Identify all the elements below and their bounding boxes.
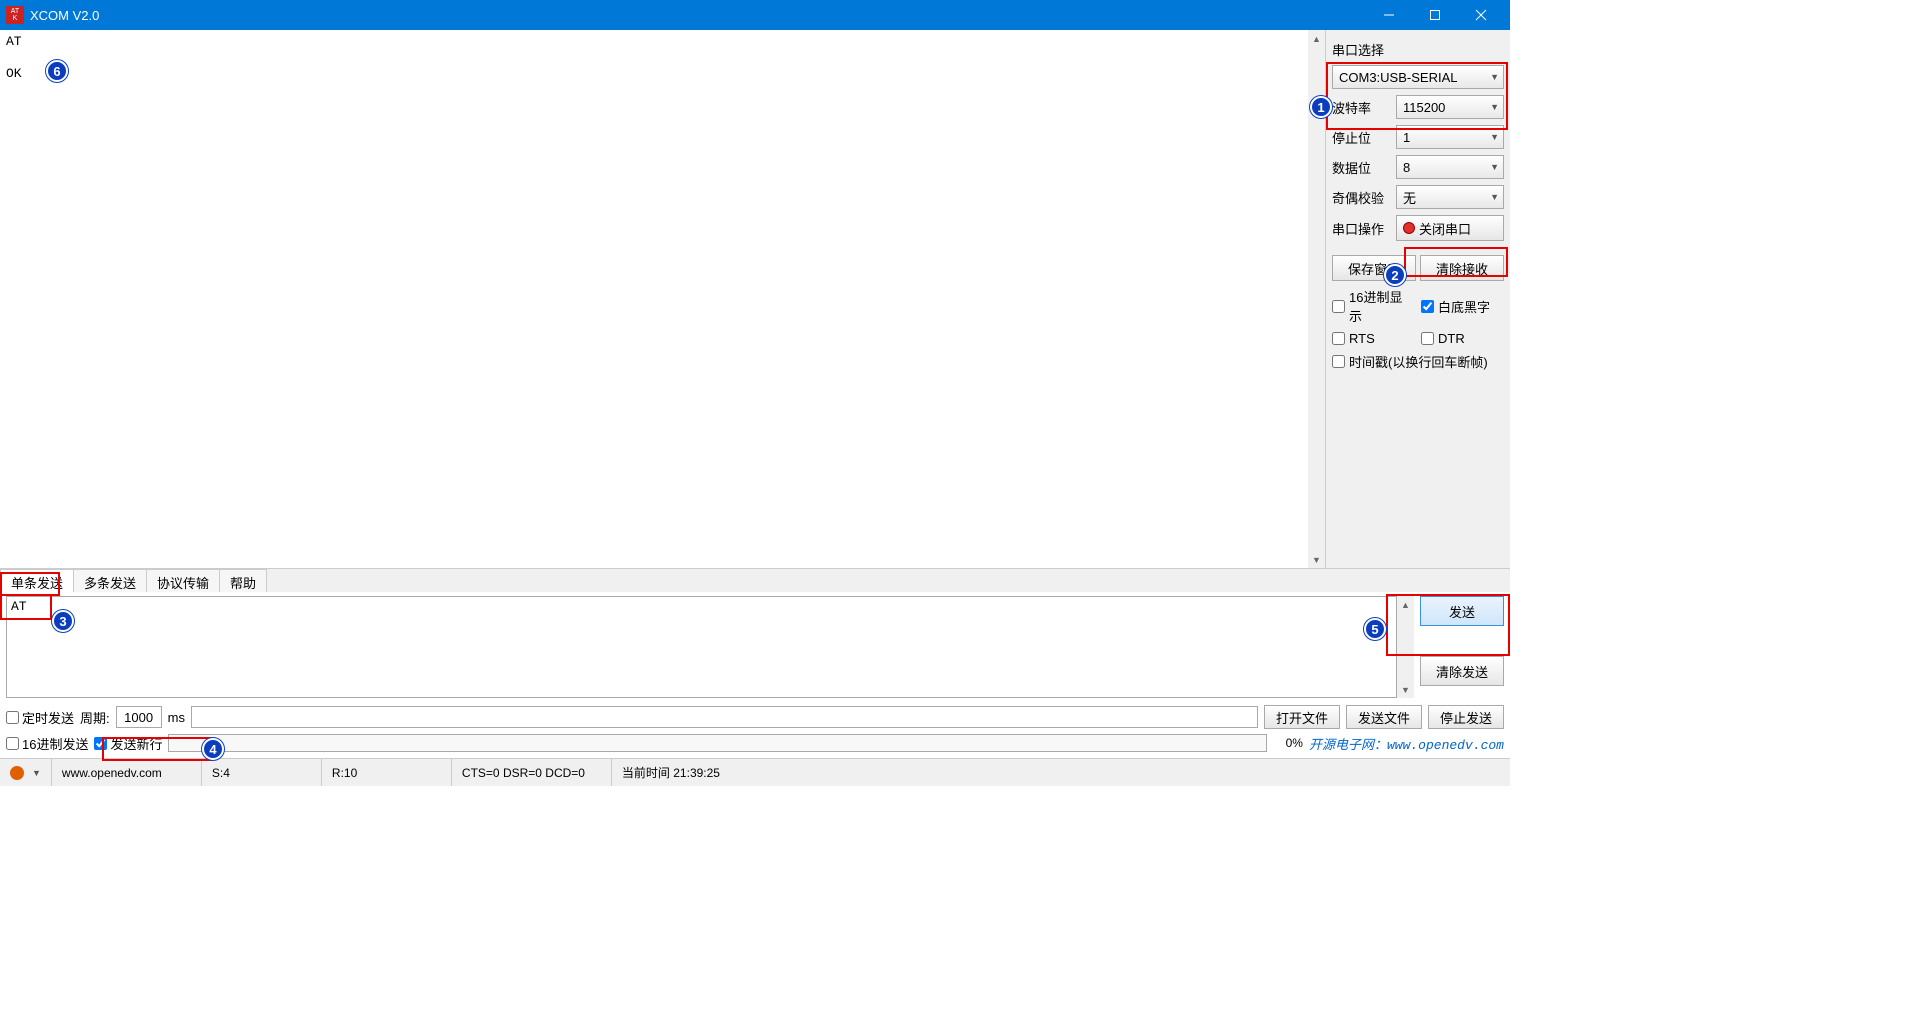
chevron-down-icon: ▼ — [1490, 162, 1499, 172]
send-newline-checkbox[interactable]: 发送新行 — [94, 734, 162, 753]
clear-send-button[interactable]: 清除发送 — [1420, 656, 1504, 686]
send-file-button[interactable]: 发送文件 — [1346, 705, 1422, 729]
status-sent: S:4 — [202, 759, 322, 786]
status-received: R:10 — [322, 759, 452, 786]
callout-3: 3 — [52, 610, 74, 632]
callout-1: 1 — [1310, 96, 1332, 118]
chevron-down-icon: ▼ — [1490, 192, 1499, 202]
tab-help[interactable]: 帮助 — [219, 569, 267, 592]
clear-receive-button[interactable]: 清除接收 — [1420, 255, 1504, 281]
close-port-button[interactable]: 关闭串口 — [1396, 215, 1504, 241]
status-url[interactable]: www.openedv.com — [52, 759, 202, 786]
scroll-up-icon[interactable]: ▲ — [1308, 30, 1325, 47]
status-time: 当前时间 21:39:25 — [612, 759, 1510, 786]
send-scrollbar[interactable]: ▲ ▼ — [1397, 596, 1414, 698]
maximize-button[interactable] — [1412, 0, 1458, 30]
scroll-up-icon[interactable]: ▲ — [1397, 596, 1414, 613]
parity-value: 无 — [1403, 188, 1416, 207]
timestamp-checkbox[interactable]: 时间戳(以换行回车断帧) — [1332, 352, 1504, 371]
hex-send-checkbox[interactable]: 16进制发送 — [6, 734, 88, 753]
port-op-text: 关闭串口 — [1419, 219, 1471, 238]
port-op-label: 串口操作 — [1332, 219, 1392, 238]
chevron-down-icon: ▼ — [1490, 72, 1499, 82]
send-tabs: 单条发送 多条发送 协议传输 帮助 — [0, 568, 1510, 592]
window-title: XCOM V2.0 — [30, 8, 1366, 23]
serial-select-label: 串口选择 — [1332, 36, 1504, 65]
progress-bar — [168, 734, 1266, 752]
chevron-down-icon: ▼ — [1490, 132, 1499, 142]
period-unit: ms — [168, 710, 185, 725]
white-bg-checkbox[interactable]: 白底黑字 — [1421, 287, 1504, 325]
receive-text[interactable]: AT OK — [0, 30, 1325, 86]
file-path-input[interactable] — [191, 706, 1258, 728]
tab-protocol[interactable]: 协议传输 — [146, 569, 220, 592]
port-value: COM3:USB-SERIAL — [1339, 70, 1457, 85]
status-signals: CTS=0 DSR=0 DCD=0 — [452, 759, 612, 786]
minimize-button[interactable] — [1366, 0, 1412, 30]
hex-display-checkbox[interactable]: 16进制显示 — [1332, 287, 1415, 325]
receive-area: AT OK ▲ ▼ — [0, 30, 1326, 568]
timed-send-checkbox[interactable]: 定时发送 — [6, 708, 74, 727]
callout-2: 2 — [1384, 264, 1406, 286]
baud-combo[interactable]: 115200 ▼ — [1396, 95, 1504, 119]
baud-label: 波特率 — [1332, 98, 1392, 117]
chevron-down-icon: ▼ — [1490, 102, 1499, 112]
status-bar: ▼ www.openedv.com S:4 R:10 CTS=0 DSR=0 D… — [0, 758, 1510, 786]
stopbits-combo[interactable]: 1▼ — [1396, 125, 1504, 149]
scroll-down-icon[interactable]: ▼ — [1397, 681, 1414, 698]
callout-6: 6 — [46, 60, 68, 82]
tab-single-send[interactable]: 单条发送 — [0, 569, 74, 592]
send-input[interactable]: AT — [6, 596, 1397, 698]
vendor-link[interactable]: 开源电子网：www.openedv.com — [1309, 734, 1504, 753]
parity-combo[interactable]: 无▼ — [1396, 185, 1504, 209]
send-button[interactable]: 发送 — [1420, 596, 1504, 626]
baud-value: 115200 — [1403, 100, 1445, 115]
status-orb-icon — [10, 766, 24, 780]
close-button[interactable] — [1458, 0, 1504, 30]
stopbits-value: 1 — [1403, 130, 1410, 145]
app-logo-icon: ATK — [6, 6, 24, 24]
period-label: 周期: — [80, 708, 110, 727]
tab-multi-send[interactable]: 多条发送 — [73, 569, 147, 592]
parity-label: 奇偶校验 — [1332, 188, 1392, 207]
titlebar: ATK XCOM V2.0 — [0, 0, 1510, 30]
dtr-checkbox[interactable]: DTR — [1421, 331, 1504, 346]
status-indicator[interactable]: ▼ — [0, 759, 52, 786]
databits-value: 8 — [1403, 160, 1410, 175]
serial-settings-panel: 串口选择 COM3:USB-SERIAL▼ 波特率 115200▼ 停止位 1▼… — [1326, 30, 1510, 568]
record-icon — [1403, 222, 1415, 234]
databits-combo[interactable]: 8▼ — [1396, 155, 1504, 179]
period-input[interactable] — [116, 706, 162, 728]
rts-checkbox[interactable]: RTS — [1332, 331, 1415, 346]
callout-4: 4 — [202, 738, 224, 760]
callout-5: 5 — [1364, 618, 1386, 640]
open-file-button[interactable]: 打开文件 — [1264, 705, 1340, 729]
scroll-down-icon[interactable]: ▼ — [1308, 551, 1325, 568]
progress-percent: 0% — [1273, 736, 1303, 750]
chevron-down-icon: ▼ — [32, 768, 41, 778]
port-combo[interactable]: COM3:USB-SERIAL ▼ — [1332, 65, 1504, 89]
stop-send-button[interactable]: 停止发送 — [1428, 705, 1504, 729]
databits-label: 数据位 — [1332, 158, 1392, 177]
stopbits-label: 停止位 — [1332, 128, 1392, 147]
